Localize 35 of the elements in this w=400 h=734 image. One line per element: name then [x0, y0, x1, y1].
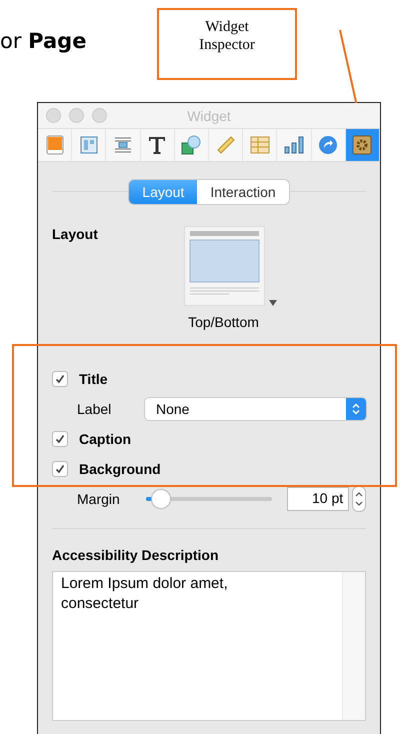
checkbox-label: Title — [79, 371, 108, 387]
window-title: Widget — [187, 108, 231, 124]
section-label: Layout — [52, 226, 99, 244]
text-area[interactable]: Lorem Ipsum dolor amet, consectetur — [52, 571, 366, 721]
segment-tab[interactable]: Interaction — [197, 180, 289, 204]
table-icon — [250, 136, 270, 154]
checkbox-label: Background — [79, 461, 161, 477]
stepper-icon[interactable] — [352, 486, 366, 512]
checkmark-icon — [55, 434, 65, 444]
checkbox[interactable] — [52, 461, 68, 477]
checkbox[interactable] — [52, 371, 68, 387]
field-label: Label — [77, 401, 112, 417]
layout-icon — [80, 136, 98, 154]
bar-chart-icon — [284, 136, 304, 154]
section-label: Accessibility Description — [52, 547, 220, 563]
checkmark-icon — [55, 374, 65, 384]
number-field[interactable]: 10 pt — [286, 487, 350, 511]
checkbox[interactable] — [52, 431, 68, 447]
shapes-icon — [181, 135, 202, 155]
settings-icon — [352, 135, 372, 155]
color-swatch-icon — [46, 135, 64, 155]
dropdown-caret-icon[interactable] — [269, 300, 277, 306]
layout-thumbnail[interactable] — [184, 226, 265, 306]
checkmark-icon — [55, 464, 65, 474]
text-icon — [147, 135, 168, 155]
text-wrap-icon — [114, 136, 132, 154]
field-label: Margin — [77, 491, 121, 507]
toolbar-button[interactable] — [346, 129, 380, 161]
callout-label: Widget Inspector — [157, 8, 297, 80]
popup-menu[interactable]: None — [145, 398, 366, 420]
page-heading: or Page — [0, 29, 88, 55]
stepper-arrows-icon — [352, 403, 360, 415]
layout-caption: Top/Bottom — [188, 314, 259, 330]
checkbox-label: Caption — [79, 431, 132, 447]
ruler-icon — [216, 135, 236, 155]
